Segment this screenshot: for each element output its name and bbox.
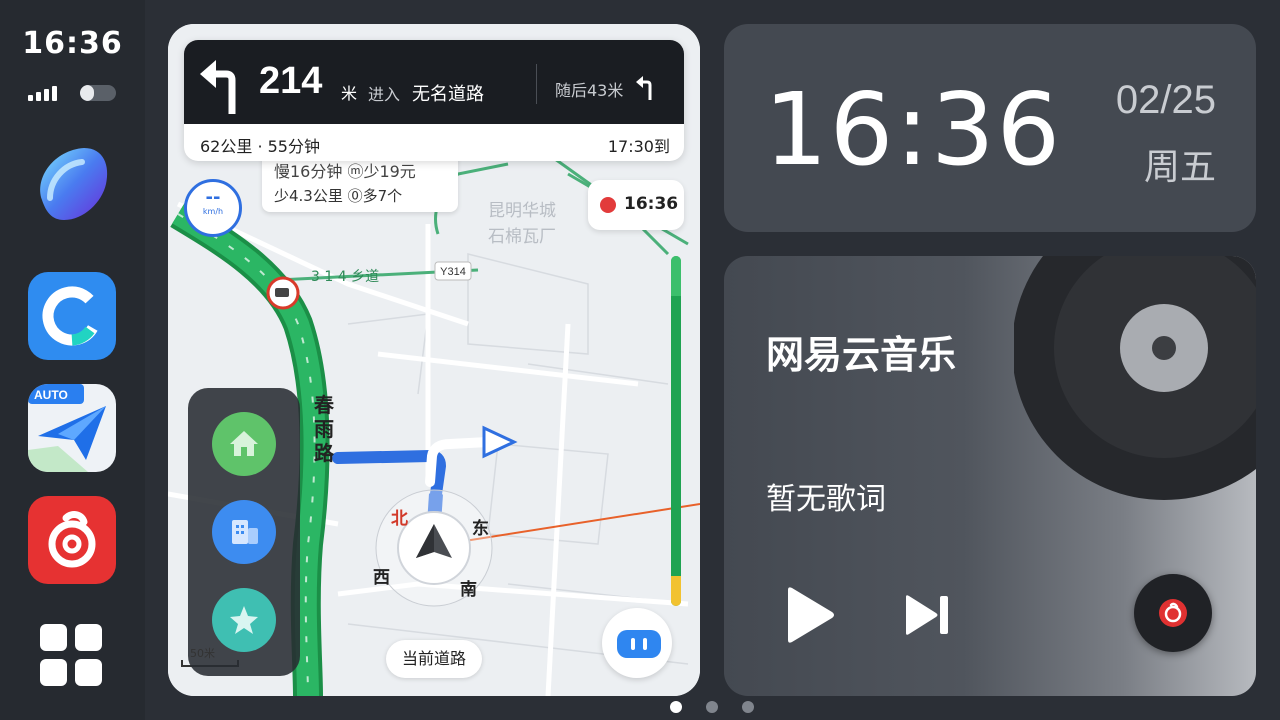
alt-route-distance: 少4.3公里 ⓪多7个: [274, 187, 403, 205]
lyrics-text: 暂无歌词: [766, 482, 886, 517]
page-indicator[interactable]: [670, 701, 754, 713]
compass-north: 北: [391, 509, 408, 529]
route-tag-label: Y314: [440, 266, 466, 278]
navigation-map-card[interactable]: Y314 3 1 4 乡道 昆明华城 石棉瓦厂 春 雨 路 北 东 南 西 慢1…: [168, 24, 700, 696]
road-name-char: 春: [313, 393, 335, 417]
favorites-button[interactable]: [212, 588, 276, 652]
speed-indicator: -- km/h: [184, 179, 242, 237]
alternative-route-card[interactable]: 慢16分钟 ⓜ少19元 少4.3公里 ⓪多7个: [262, 154, 458, 212]
app-dock: 16:36 AUTO: [0, 0, 145, 720]
status-time: 16:36: [22, 26, 123, 61]
netease-music-app-icon[interactable]: [28, 496, 116, 584]
guidance-main: 214 米 进入 无名道路 随后43米: [184, 40, 684, 124]
play-button[interactable]: [782, 586, 836, 644]
signal-icon: [28, 86, 57, 101]
app-grid-icon[interactable]: [40, 624, 104, 688]
compass-south: 南: [460, 580, 477, 600]
page-dot-active[interactable]: [670, 701, 682, 713]
clock-weekday: 周五: [1143, 147, 1216, 188]
page-dot[interactable]: [706, 701, 718, 713]
then-turn-left-icon: [636, 76, 652, 100]
township-road-label: 3 1 4 乡道: [311, 269, 379, 285]
netease-music-logo-button[interactable]: [1134, 574, 1212, 652]
home-icon: [230, 431, 258, 456]
compass-east: 东: [472, 519, 489, 539]
next-track-button[interactable]: [902, 594, 952, 636]
music-widget[interactable]: 网易云音乐 暂无歌词: [724, 256, 1256, 696]
next-road-name: 无名道路: [412, 84, 484, 105]
clock-date: 02/25: [1115, 78, 1216, 122]
star-icon: [230, 606, 258, 634]
then-instruction: 随后43米: [555, 81, 624, 100]
ai-assistant-app-icon[interactable]: [28, 140, 116, 228]
music-app-name: 网易云音乐: [766, 333, 957, 377]
enter-label: 进入: [368, 85, 401, 104]
clock-widget[interactable]: 16:36 02/25 周五: [724, 24, 1256, 232]
route-traffic-bar: [671, 256, 681, 606]
arrival-time: 17:30到: [607, 137, 670, 156]
turn-guidance-panel[interactable]: 214 米 进入 无名道路 随后43米 62公里 · 55分钟 17:30到: [184, 40, 684, 161]
speed-unit: km/h: [202, 207, 224, 216]
compass-west: 西: [373, 568, 390, 588]
company-button[interactable]: [212, 500, 276, 564]
map-clock-chip[interactable]: 16:36: [588, 180, 684, 230]
turn-distance-unit: 米: [341, 84, 358, 103]
map-scale-label: 50米: [190, 647, 215, 660]
navigation-app-icon[interactable]: AUTO: [28, 384, 116, 472]
voice-assistant-button[interactable]: [602, 608, 672, 678]
turn-distance: 214: [259, 60, 323, 102]
guidance-divider: [536, 64, 537, 104]
poi-label-1: 昆明华城: [488, 201, 556, 221]
quick-destination-panel: [188, 388, 300, 676]
battery-icon: [80, 85, 116, 101]
road-name-char: 雨: [314, 417, 334, 441]
building-icon: [232, 520, 258, 544]
alarm-icon: [600, 197, 616, 213]
map-clock-time: 16:36: [624, 194, 679, 214]
current-road-button[interactable]: 当前道路: [386, 640, 482, 678]
remaining-distance-time: 62公里 · 55分钟: [200, 137, 320, 156]
vinyl-record-icon: [1014, 256, 1256, 500]
auto-badge: AUTO: [34, 388, 68, 402]
c-app-icon[interactable]: [28, 272, 116, 360]
alt-route-time-cost: 慢16分钟 ⓜ少19元: [274, 162, 416, 181]
speed-value: --: [205, 187, 221, 208]
turn-left-arrow-icon: [200, 60, 236, 114]
road-name-char: 路: [314, 441, 335, 465]
home-button[interactable]: [212, 412, 276, 476]
page-dot[interactable]: [742, 701, 754, 713]
poi-label-2: 石棉瓦厂: [488, 227, 556, 247]
clock-time: 16:36: [764, 71, 1063, 188]
